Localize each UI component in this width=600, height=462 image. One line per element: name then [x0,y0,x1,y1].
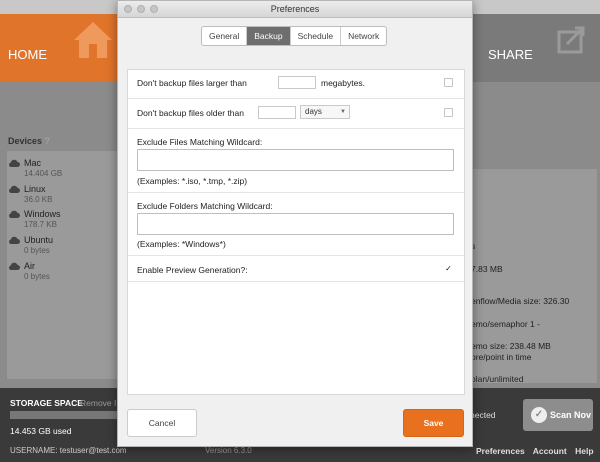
account-link[interactable]: Account [533,446,567,456]
device-name: Ubuntu [24,235,54,245]
cancel-button[interactable]: Cancel [127,409,197,437]
cloud-icon [9,159,20,167]
device-name: Linux [24,184,46,194]
info-line: enflow/Media size: 326.30 [471,296,570,306]
size-limit-label: Don't backup files larger than [137,78,247,88]
cloud-icon [9,262,20,270]
device-size: 36.0 KB [24,195,53,204]
device-size: 0 bytes [24,272,50,281]
device-size: 178.7 KB [24,220,57,229]
size-limit-checkbox[interactable] [444,78,453,87]
help-link[interactable]: Help [575,446,593,456]
info-line: olan/unlimited [471,374,524,384]
divider [128,98,464,99]
tab-general[interactable]: General [202,27,248,45]
version-label: Version 6.3.0 [205,446,252,455]
device-name: Windows [24,209,61,219]
home-tab-label: HOME [8,47,47,62]
exclude-files-examples: (Examples: *.iso, *.tmp, *.zip) [137,176,248,186]
tab-backup[interactable]: Backup [247,27,291,45]
device-info-panel: s 7.83 MB enflow/Media size: 326.30 emo/… [470,168,598,384]
backup-settings-panel: Don't backup files larger than megabytes… [127,69,465,395]
storage-bar [10,411,118,419]
age-limit-label: Don't backup files older than [137,108,244,118]
share-tab[interactable]: SHARE [473,14,600,82]
connection-status: nected [470,410,496,420]
house-icon [74,22,112,58]
save-button[interactable]: Save [403,409,464,437]
exclude-files-label: Exclude Files Matching Wildcard: [137,137,263,147]
device-size: 0 bytes [24,246,50,255]
tab-bar: General Backup Schedule Network [201,26,388,46]
size-limit-unit: megabytes. [321,78,365,88]
preferences-dialog: Preferences General Backup Schedule Netw… [117,0,473,447]
divider [128,281,464,282]
devices-title-text: Devices [8,136,43,146]
preview-generation-label: Enable Preview Generation?: [137,265,248,275]
info-line: emo size: 238.48 MB [471,341,551,351]
share-icon [557,26,585,54]
scan-now-button[interactable]: ✓ Scan Nov [523,399,593,431]
device-name: Air [24,261,35,271]
exclude-folders-label: Exclude Folders Matching Wildcard: [137,201,273,211]
devices-title: Devices ? [8,136,50,146]
check-circle-icon: ✓ [531,407,547,423]
chevron-down-icon: ▼ [340,109,346,115]
age-unit-select[interactable]: days ▼ [300,105,350,119]
divider [128,255,464,256]
storage-space-label: STORAGE SPACE [10,398,83,408]
divider [128,128,464,129]
share-tab-label: SHARE [488,47,533,62]
scan-now-label: Scan Nov [550,410,592,420]
cloud-icon [9,210,20,218]
dialog-titlebar: Preferences [118,1,472,18]
preview-generation-checkbox[interactable]: ✓ [444,265,453,274]
storage-used: 14.453 GB used [10,426,72,436]
age-limit-input[interactable] [258,106,296,119]
divider [128,192,464,193]
device-size: 14.404 GB [24,169,63,178]
age-unit-value: days [305,107,322,116]
info-line: emo/semaphor 1 - [471,319,540,329]
footer-links: Preferences Account Help [476,446,600,456]
home-tab[interactable]: HOME [0,14,120,82]
cloud-icon [9,236,20,244]
info-line: 7.83 MB [471,264,503,274]
devices-list [6,150,118,380]
exclude-folders-examples: (Examples: *Windows*) [137,239,226,249]
dialog-title: Preferences [270,4,320,14]
size-limit-input[interactable] [278,76,316,89]
username-label: USERNAME: testuser@test.com [10,446,127,455]
preferences-link[interactable]: Preferences [476,446,525,456]
help-icon[interactable]: ? [45,136,50,146]
device-name: Mac [24,158,42,168]
info-line: ore/point in time [471,352,532,362]
age-limit-checkbox[interactable] [444,108,453,117]
checkmark-icon: ✓ [445,264,452,273]
exclude-folders-input[interactable] [137,213,454,235]
cloud-icon [9,185,20,193]
exclude-files-input[interactable] [137,149,454,171]
tab-schedule[interactable]: Schedule [291,27,342,45]
remove-link[interactable]: Remove I [80,398,116,408]
tab-network[interactable]: Network [341,27,386,45]
